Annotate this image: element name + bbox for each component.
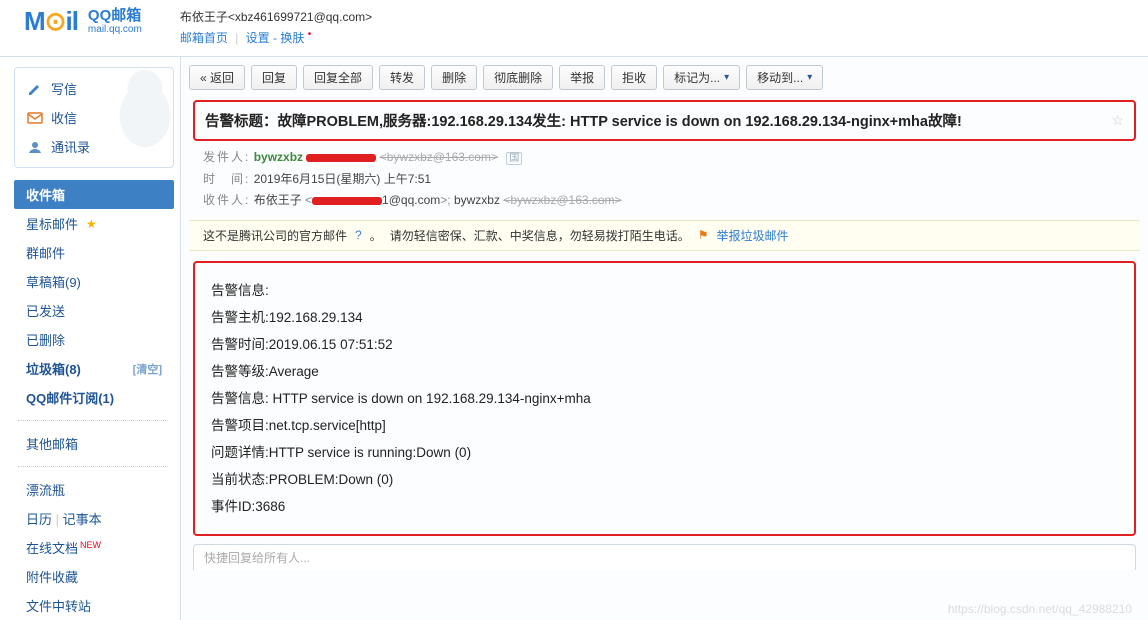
logo-mail-icon: M⊙il [24,6,78,37]
redaction [306,154,376,162]
reply-button[interactable]: 回复 [251,65,297,90]
report-button[interactable]: 举报 [559,65,605,90]
contacts-button[interactable]: 通讯录 [15,132,173,161]
receive-button[interactable]: 收信 [15,103,173,132]
chevron-down-icon: ▾ [724,72,729,83]
report-spam-link[interactable]: 举报垃圾邮件 [717,227,789,244]
logo-domain: mail.qq.com [88,24,142,35]
contact-card-icon[interactable]: 国 [506,152,522,165]
forward-button[interactable]: 转发 [379,65,425,90]
spam-clear-link[interactable]: [清空] [133,361,162,377]
sidebar-top-actions: 写信 收信 通讯录 [14,67,174,168]
sidebar-item-inbox[interactable]: 收件箱 [14,180,174,209]
mail-meta: 发件人: bywzxbz <bywzxbz@163.com> 国 时 间: 20… [189,147,1140,220]
header: M⊙il QQ邮箱 mail.qq.com 布依王子<xbz461699721@… [0,0,1148,48]
sidebar-item-sent[interactable]: 已发送 [14,296,174,325]
pencil-icon [27,81,43,97]
header-nav: 邮箱首页 | 设置 - 换肤 • [180,29,372,46]
sidebar-item-group[interactable]: 群邮件 [14,238,174,267]
logo[interactable]: M⊙il QQ邮箱 mail.qq.com [24,6,142,37]
sidebar-item-transfer[interactable]: 文件中转站 [14,591,174,620]
help-icon[interactable]: ? [355,228,362,242]
move-to-dropdown[interactable]: 移动到...▾ [746,65,823,90]
security-notice: 这不是腾讯公司的官方邮件?。 请勿轻信密保、汇款、中奖信息，勿轻易拨打陌生电话。… [189,220,1140,251]
mail-body: 告警信息: 告警主机:192.168.29.134 告警时间:2019.06.1… [193,261,1136,536]
link-home[interactable]: 邮箱首页 [180,31,228,45]
sidebar: 写信 收信 通讯录 收件箱 星标邮件 ★ [0,57,180,620]
sidebar-item-drift[interactable]: 漂流瓶 [14,475,174,504]
mail-toolbar: « 返回 回复 回复全部 转发 删除 彻底删除 举报 拒收 标记为...▾ 移动… [189,65,1140,90]
sidebar-item-starred[interactable]: 星标邮件 ★ [14,209,174,238]
back-button[interactable]: « 返回 [189,65,245,90]
sidebar-item-deleted[interactable]: 已删除 [14,325,174,354]
star-toggle-icon[interactable]: ☆ [1111,112,1124,129]
sidebar-item-docs[interactable]: 在线文档NEW [14,533,174,562]
compose-button[interactable]: 写信 [15,74,173,103]
mark-as-dropdown[interactable]: 标记为...▾ [663,65,740,90]
chevron-down-icon: ▾ [807,72,812,83]
star-icon: ★ [86,217,97,231]
flag-icon: ⚑ [698,228,709,242]
sidebar-item-other[interactable]: 其他邮箱 [14,429,174,458]
sidebar-item-calendar[interactable]: 日历 | 记事本 [14,504,174,533]
quick-reply-input[interactable]: 快捷回复给所有人... [193,544,1136,570]
logo-brand: QQ邮箱 [88,8,142,25]
reply-all-button[interactable]: 回复全部 [303,65,373,90]
reject-button[interactable]: 拒收 [611,65,657,90]
sidebar-item-subscription[interactable]: QQ邮件订阅(1) [14,383,174,412]
delete-button[interactable]: 删除 [431,65,477,90]
delete-perm-button[interactable]: 彻底删除 [483,65,553,90]
envelope-icon [27,110,43,126]
mail-subject: 告警标题：故障PROBLEM,服务器:192.168.29.134发生: HTT… [193,100,1136,141]
user-email: 布依王子<xbz461699721@qq.com> [180,8,372,25]
sidebar-item-spam[interactable]: 垃圾箱(8) [清空] [14,354,174,383]
sidebar-item-attachments[interactable]: 附件收藏 [14,562,174,591]
content-pane: « 返回 回复 回复全部 转发 删除 彻底删除 举报 拒收 标记为...▾ 移动… [180,57,1148,620]
contacts-icon [27,139,43,155]
redaction [312,197,382,205]
link-skin[interactable]: 换肤 [280,31,304,45]
link-settings[interactable]: 设置 [246,31,270,45]
sidebar-item-drafts[interactable]: 草稿箱(9) [14,267,174,296]
